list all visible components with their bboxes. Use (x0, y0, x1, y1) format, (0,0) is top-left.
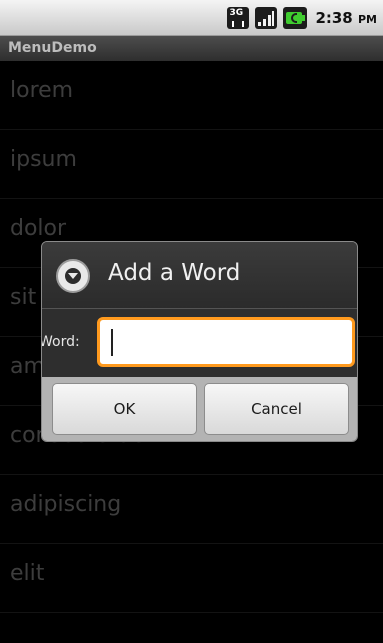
network-3g-icon: 3G (227, 7, 250, 29)
dialog-body: Word: (42, 309, 357, 377)
network-type-label: 3G (229, 8, 244, 18)
dialog-button-bar: OK Cancel (42, 377, 357, 441)
status-icons: 3G 2:38 PM (227, 6, 377, 30)
word-input[interactable] (97, 317, 355, 367)
dialog-title: Add a Word (108, 260, 241, 286)
ok-button[interactable]: OK (52, 383, 197, 435)
chevron-down-circle-icon (56, 259, 90, 293)
cancel-button[interactable]: Cancel (204, 383, 349, 435)
time-ampm: PM (357, 13, 377, 26)
time-value: 2:38 (315, 9, 353, 27)
add-word-dialog: Add a Word Word: OK Cancel (41, 241, 358, 442)
status-bar: 3G 2:38 PM (0, 0, 383, 36)
text-cursor (111, 329, 113, 356)
battery-charging-icon (283, 7, 308, 29)
signal-strength-icon (255, 7, 278, 29)
app-title-bar: MenuDemo (0, 36, 383, 61)
app-title: MenuDemo (8, 40, 97, 56)
word-field-label: Word: (41, 334, 80, 350)
dialog-header: Add a Word (42, 242, 357, 309)
status-time: 2:38 PM (315, 9, 377, 27)
